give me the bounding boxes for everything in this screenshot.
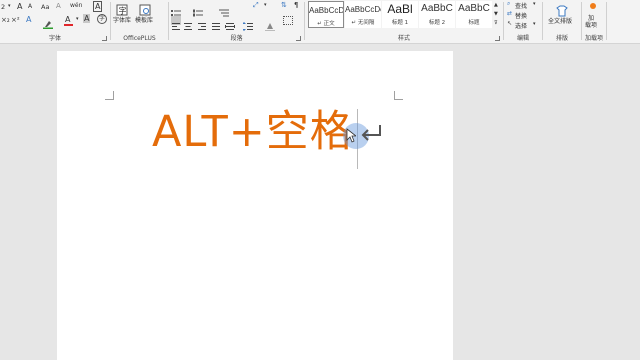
officeplus-group: 字 字体库 模板库 OfficePLUS	[111, 0, 168, 44]
mouse-pointer-icon	[346, 128, 356, 143]
font-size-dropdown-icon[interactable]: ▾	[8, 3, 11, 9]
style-name: ↵ 无间隔	[351, 20, 375, 26]
shading-icon[interactable]	[265, 16, 275, 31]
svg-text:字: 字	[119, 6, 127, 16]
margin-corner-top-left	[105, 91, 114, 100]
font-library-icon[interactable]: 字	[116, 1, 128, 16]
font-dialog-launcher[interactable]	[102, 36, 107, 41]
font-color-dropdown-icon[interactable]: ▾	[76, 16, 79, 22]
grow-font-button[interactable]: A	[17, 2, 22, 11]
styles-scroll-up-icon[interactable]: ▲	[494, 2, 498, 8]
addin-button[interactable]: 加 载项	[585, 15, 597, 29]
replace-button[interactable]: 替换	[515, 11, 527, 20]
find-icon: ⌕	[507, 0, 511, 7]
styles-scroll-down-icon[interactable]: ▼	[494, 11, 498, 17]
heading-text[interactable]: ALT+空格	[152, 111, 354, 154]
style-heading-2[interactable]: AaBbC 标题 2	[419, 1, 455, 28]
shrink-font-button[interactable]: A	[28, 3, 32, 10]
char-shading-button[interactable]: A	[83, 14, 91, 23]
template-library-icon[interactable]	[139, 1, 151, 16]
text-effects-button[interactable]: A	[26, 15, 31, 24]
line-spacing-icon[interactable]	[242, 16, 253, 31]
replace-icon: ⇄	[507, 10, 513, 17]
select-icon: ↖	[507, 20, 513, 27]
paragraph-mark-icon	[361, 125, 381, 141]
align-center-icon[interactable]	[183, 16, 193, 30]
full-layout-icon[interactable]	[556, 2, 568, 17]
style-heading-1[interactable]: AaBl 标题 1	[382, 1, 418, 28]
style-sample: AaBbC	[458, 3, 490, 14]
highlight-icon[interactable]	[43, 14, 53, 29]
style-sample: AaBbCcDc	[309, 6, 343, 15]
layout-group: 全文排版 排版	[543, 0, 581, 44]
separator	[606, 2, 607, 40]
select-dropdown-icon[interactable]: ▾	[533, 21, 536, 27]
font-group-label: 字体	[48, 35, 61, 42]
styles-dialog-launcher[interactable]	[495, 36, 500, 41]
font-color-bar	[64, 24, 73, 26]
multilevel-list-icon[interactable]	[219, 2, 229, 17]
margin-corner-top-right	[394, 91, 403, 100]
superscript-button[interactable]: ×₂	[1, 16, 10, 24]
style-sample: AaBbC	[421, 3, 453, 14]
style-name: 标题 2	[428, 20, 446, 26]
align-left-icon[interactable]	[171, 16, 181, 30]
editing-group-label: 编辑	[516, 35, 529, 42]
style-no-spacing[interactable]: AaBbCcDc ↵ 无间隔	[345, 1, 381, 28]
font-color-button[interactable]: A	[65, 15, 70, 24]
style-name: ↵ 正文	[317, 21, 335, 27]
addin-icon[interactable]	[590, 3, 596, 9]
style-sample: AaBl	[387, 2, 413, 16]
document-page[interactable]: ALT+空格	[57, 51, 453, 360]
document-canvas: ALT+空格	[0, 45, 640, 360]
numbering-icon[interactable]	[193, 2, 203, 17]
styles-group-label: 样式	[397, 35, 410, 42]
clear-format-button[interactable]: A	[56, 2, 61, 10]
text-direction-icon[interactable]: ⤢	[253, 1, 259, 10]
borders-icon[interactable]	[283, 16, 293, 25]
addins-group: 加 载项 加载项	[582, 0, 606, 44]
style-name: 标题	[468, 20, 480, 26]
styles-more-icon[interactable]: ⊽	[494, 20, 498, 26]
distributed-icon[interactable]	[225, 16, 235, 30]
find-dropdown-icon[interactable]: ▾	[533, 1, 536, 7]
text-direction-dropdown-icon[interactable]: ▾	[264, 2, 267, 8]
font-library-button[interactable]: 字体库	[113, 15, 131, 24]
phonetic-guide-button[interactable]: wén	[70, 2, 82, 9]
vertical-scrollbar[interactable]	[632, 45, 640, 360]
full-layout-button[interactable]: 全文排版	[548, 16, 572, 25]
ribbon: 2 ▾ A A Aa A wén A ×₂ ×² A A ▾ A 字 字体 字 …	[0, 0, 640, 44]
char-border-button[interactable]: A	[93, 1, 103, 12]
font-size-value[interactable]: 2	[1, 3, 5, 11]
justify-icon[interactable]	[211, 16, 221, 30]
find-button[interactable]: 查找	[515, 1, 527, 10]
sort-icon[interactable]: ⇅	[281, 1, 287, 9]
show-marks-icon[interactable]: ¶	[294, 1, 298, 9]
editing-group: ⌕ 查找 ▾ ⇄ 替换 ↖ 选择 ▾ 编辑	[504, 0, 542, 44]
addins-group-label: 加载项	[584, 35, 603, 42]
paragraph-dialog-launcher[interactable]	[296, 36, 301, 41]
align-right-icon[interactable]	[197, 16, 207, 30]
subscript-button[interactable]: ×²	[11, 16, 20, 24]
style-title[interactable]: AaBbC 标题	[456, 1, 492, 28]
bullets-icon[interactable]	[171, 2, 181, 16]
template-library-button[interactable]: 模板库	[135, 15, 153, 24]
layout-group-label: 排版	[555, 35, 568, 42]
paragraph-group: ⤢ ▾ ⇅ ¶ 段落	[169, 0, 304, 44]
style-sample: AaBbCcDc	[345, 5, 381, 14]
font-group: 2 ▾ A A Aa A wén A ×₂ ×² A A ▾ A 字 字体	[0, 0, 110, 44]
style-normal[interactable]: AaBbCcDc ↵ 正文	[308, 1, 344, 28]
paragraph-group-label: 段落	[230, 35, 243, 42]
officeplus-group-label: OfficePLUS	[123, 35, 156, 42]
styles-group: AaBbCcDc ↵ 正文 AaBbCcDc ↵ 无间隔 AaBl 标题 1 A…	[305, 0, 503, 44]
enclose-char-icon[interactable]: 字	[97, 14, 107, 24]
change-case-button[interactable]: Aa	[41, 3, 49, 11]
select-button[interactable]: 选择	[515, 21, 527, 30]
style-name: 标题 1	[391, 20, 409, 26]
